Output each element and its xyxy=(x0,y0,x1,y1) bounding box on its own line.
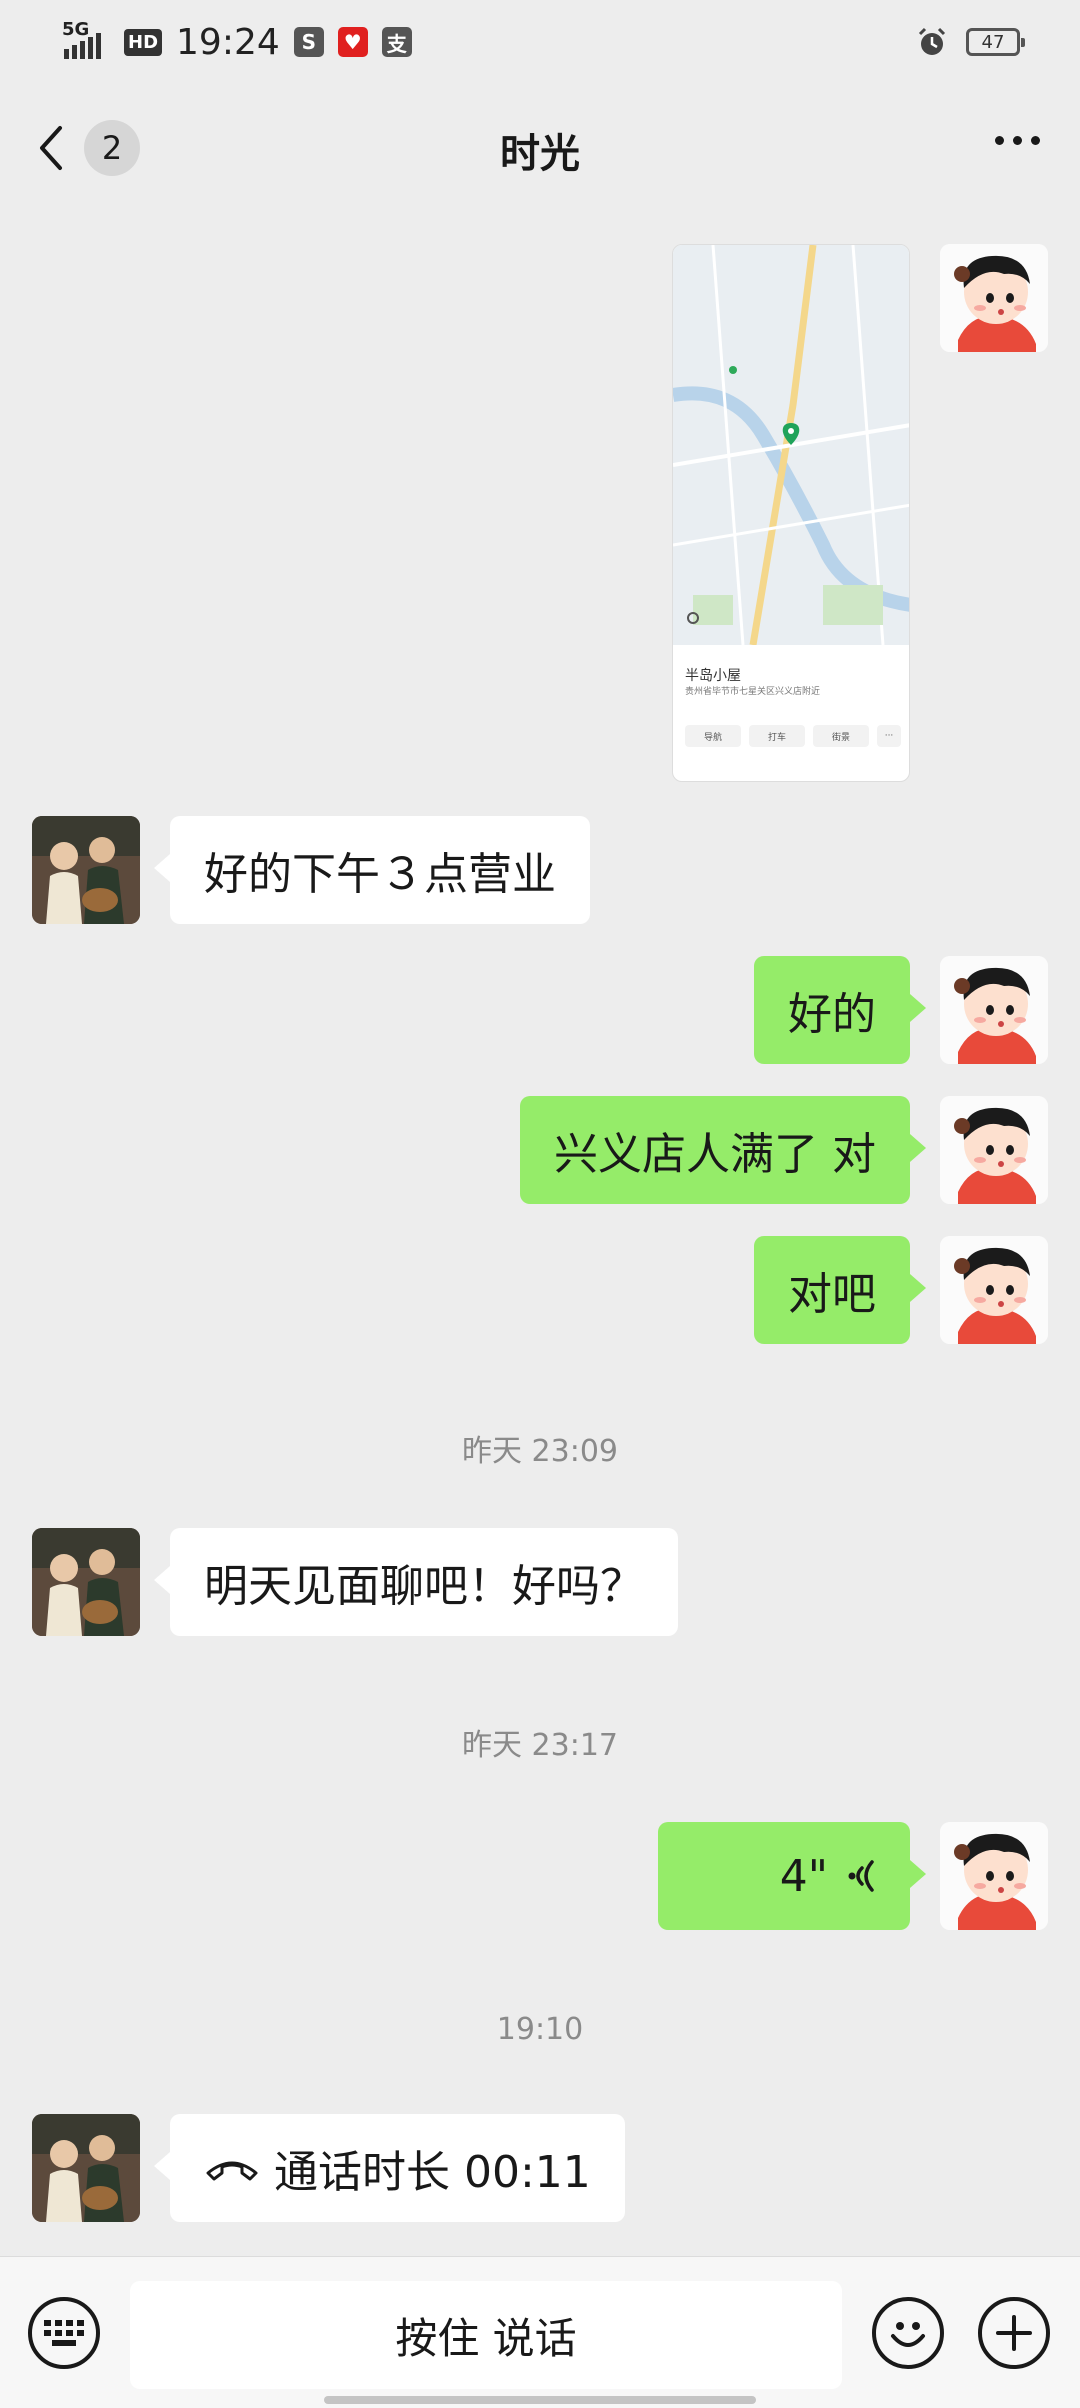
cartoon-boy-avatar-icon xyxy=(940,1822,1048,1930)
app-notification-red-icon: ♥ xyxy=(337,27,368,57)
my-avatar[interactable] xyxy=(940,1096,1048,1204)
battery-icon: 47 xyxy=(966,28,1025,56)
hd-badge: HD xyxy=(124,28,163,56)
voice-wave-icon xyxy=(848,1860,874,1892)
my-avatar[interactable] xyxy=(940,956,1048,1064)
message-timestamp: 昨天 23:09 xyxy=(462,1434,618,1469)
keyboard-toggle-button[interactable] xyxy=(28,2297,100,2369)
call-duration-text: 通话时长 00:11 xyxy=(274,2147,591,2198)
back-button[interactable]: 2 xyxy=(36,120,140,176)
contact-avatar[interactable] xyxy=(32,2114,140,2222)
emoji-icon xyxy=(891,2322,925,2347)
my-avatar[interactable] xyxy=(940,1822,1048,1930)
message-text: 好的下午３点营业 xyxy=(204,849,556,900)
signal-icon: 5G xyxy=(62,21,110,59)
chat-title: 时光 xyxy=(500,131,580,177)
unread-count-badge: 2 xyxy=(84,120,140,176)
more-location-button[interactable]: ··· xyxy=(877,725,901,747)
alipay-icon: 支 xyxy=(381,27,412,57)
location-message-card[interactable]: 半岛小屋 贵州省毕节市七星关区兴义店附近 导航 打车 街景 ··· xyxy=(672,244,910,782)
keyboard-icon xyxy=(44,2320,84,2346)
message-text: 对吧 xyxy=(788,1269,876,1320)
status-bar: 5G HD 19:24 S ♥ 支 47 xyxy=(0,0,1080,84)
clock: 19:24 xyxy=(176,21,280,63)
cartoon-boy-avatar-icon xyxy=(940,244,1048,352)
message-text: 明天见面聊吧！好吗？ xyxy=(204,1561,644,1612)
message-text: 好的 xyxy=(788,989,876,1040)
location-actions: 导航 打车 街景 ··· xyxy=(685,725,901,747)
plus-icon xyxy=(996,2315,1032,2351)
call-record-bubble[interactable]: 通话时长 00:11 xyxy=(154,2114,625,2222)
voice-message-bubble[interactable]: 4" xyxy=(658,1822,926,1930)
my-avatar[interactable] xyxy=(940,244,1048,352)
alarm-icon xyxy=(918,27,946,55)
taxi-button[interactable]: 打车 xyxy=(749,725,805,747)
app-notification-icon: S xyxy=(293,27,324,57)
message-timestamp: 昨天 23:17 xyxy=(462,1728,618,1763)
more-functions-button[interactable] xyxy=(978,2297,1050,2369)
chat-input-bar: 按住 说话 xyxy=(0,2256,1080,2408)
contact-avatar[interactable] xyxy=(32,1528,140,1636)
sent-message-bubble[interactable]: 对吧 xyxy=(754,1236,926,1344)
contact-photo-icon xyxy=(32,2114,140,2222)
chevron-left-icon xyxy=(40,126,62,170)
hold-to-talk-button[interactable]: 按住 说话 xyxy=(130,2281,842,2389)
more-options-button[interactable] xyxy=(995,136,1040,145)
cartoon-boy-avatar-icon xyxy=(940,1236,1048,1344)
contact-photo-icon xyxy=(32,816,140,924)
voice-duration: 4" xyxy=(779,1850,828,1902)
street-view-button[interactable]: 街景 xyxy=(813,725,869,747)
received-message-bubble[interactable]: 明天见面聊吧！好吗？ xyxy=(154,1528,678,1636)
chat-header: 2 时光 xyxy=(0,84,1080,216)
contact-avatar[interactable] xyxy=(32,816,140,924)
sent-message-bubble[interactable]: 兴义店人满了 对 xyxy=(520,1096,926,1204)
my-avatar[interactable] xyxy=(940,1236,1048,1344)
cartoon-boy-avatar-icon xyxy=(940,1096,1048,1204)
contact-photo-icon xyxy=(32,1528,140,1636)
received-message-bubble[interactable]: 好的下午３点营业 xyxy=(154,816,590,924)
message-text: 兴义店人满了 对 xyxy=(554,1129,876,1180)
cartoon-boy-avatar-icon xyxy=(940,956,1048,1064)
location-address: 贵州省毕节市七星关区兴义店附近 xyxy=(685,687,821,697)
location-title: 半岛小屋 xyxy=(685,668,741,684)
phone-hangup-icon xyxy=(206,2161,258,2181)
emoji-button[interactable] xyxy=(872,2297,944,2369)
navigate-button[interactable]: 导航 xyxy=(685,725,741,747)
home-indicator[interactable] xyxy=(324,2396,756,2404)
map-preview-image xyxy=(673,245,909,645)
message-timestamp: 19:10 xyxy=(496,2012,584,2047)
more-dots-icon xyxy=(995,136,1004,145)
sent-message-bubble[interactable]: 好的 xyxy=(754,956,926,1064)
